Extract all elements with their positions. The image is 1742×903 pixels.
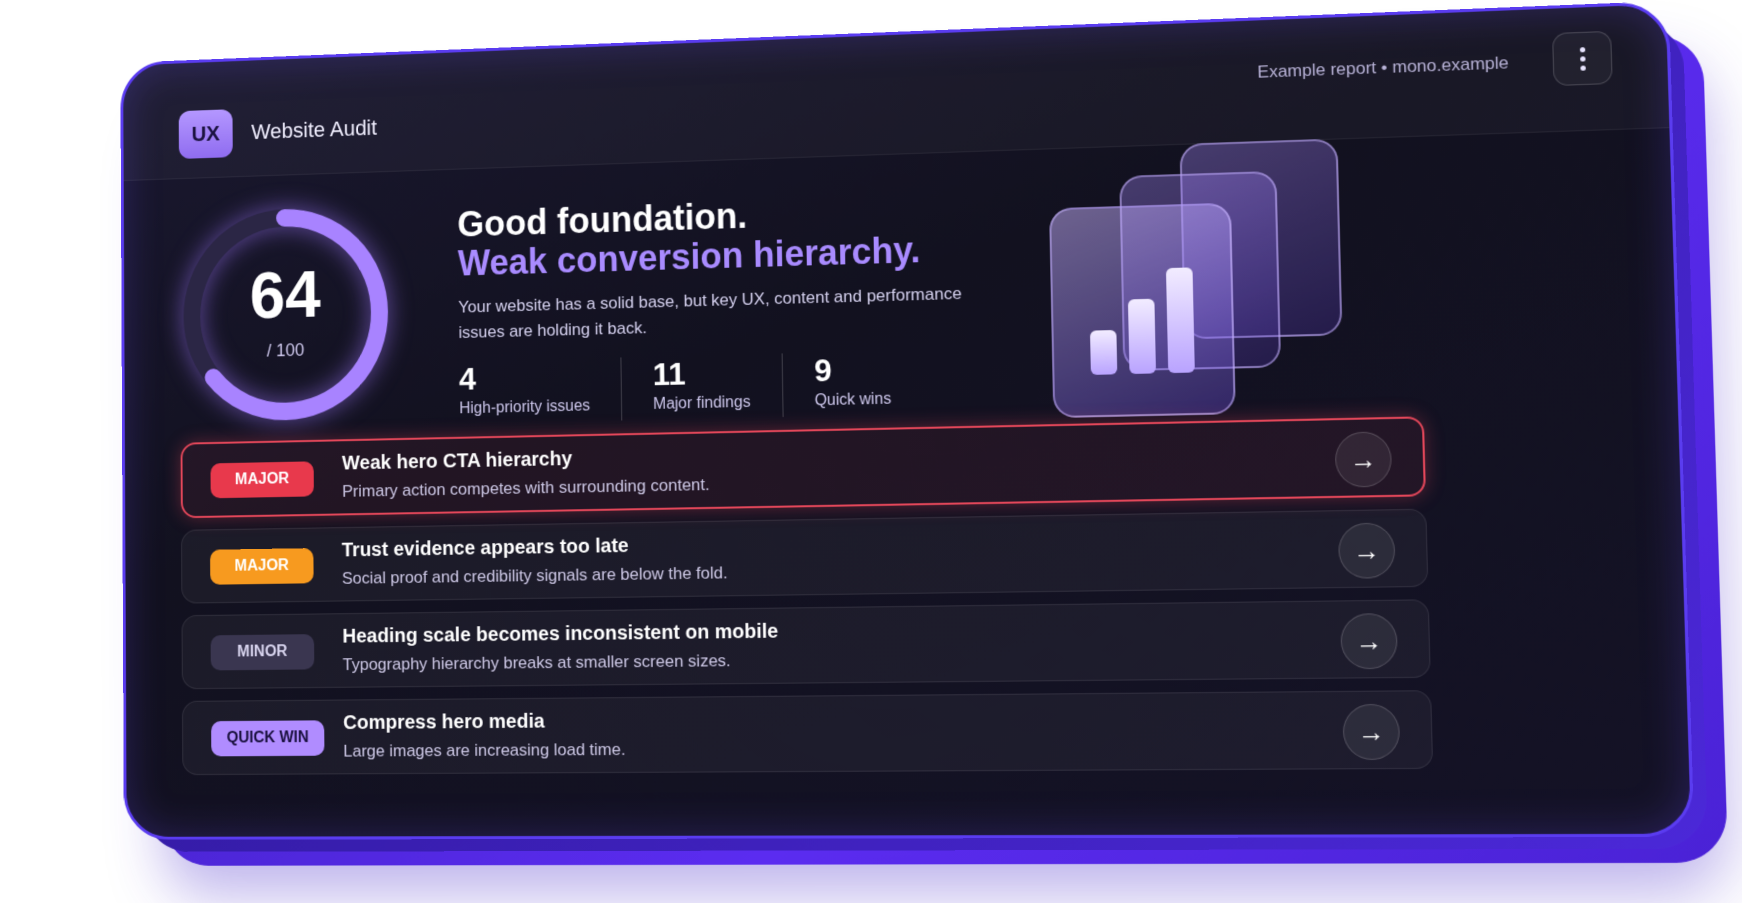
issue-title: Trust evidence appears too late: [341, 535, 629, 562]
open-issue-button[interactable]: →: [1342, 703, 1401, 761]
stat-label: High-priority issues: [459, 397, 591, 418]
severity-badge: MAJOR: [210, 548, 314, 585]
issue-subtitle: Social proof and credibility signals are…: [341, 563, 728, 588]
open-issue-button[interactable]: →: [1337, 522, 1396, 579]
issue-title: Weak hero CTA hierarchy: [341, 448, 573, 475]
issue-subtitle: Large images are increasing load time.: [343, 739, 626, 761]
stat-major-findings: 11 Major findings: [652, 353, 784, 420]
arrow-right-icon: →: [1352, 534, 1381, 566]
more-menu-button[interactable]: [1552, 30, 1613, 87]
stat-value: 4: [458, 361, 477, 397]
illustration-bar: [1127, 298, 1157, 375]
score-gauge: 64 / 100: [177, 200, 394, 428]
app-title: Website Audit: [251, 115, 378, 144]
arrow-right-icon: →: [1349, 443, 1378, 475]
stat-label: Major findings: [653, 393, 751, 413]
issue-row[interactable]: MINOR Heading scale becomes inconsistent…: [181, 599, 1431, 690]
severity-badge: QUICK WIN: [211, 720, 325, 757]
issue-subtitle: Typography hierarchy breaks at smaller s…: [342, 651, 731, 675]
summary-headline: Good foundation. Weak conversion hierarc…: [457, 191, 921, 283]
bar-chart-icon: [1048, 138, 1361, 419]
issues-list: MAJOR Weak hero CTA hierarchy Primary ac…: [180, 416, 1434, 787]
open-issue-button[interactable]: →: [1340, 613, 1398, 670]
audit-card: UX Website Audit Example report • mono.e…: [120, 0, 1695, 840]
issue-subtitle: Primary action competes with surrounding…: [342, 475, 710, 501]
stat-value: 11: [652, 355, 686, 393]
arrow-right-icon: →: [1355, 625, 1383, 657]
illustration-bar: [1089, 329, 1118, 375]
summary-description: Your website has a solid base, but key U…: [458, 283, 962, 342]
stat-label: Quick wins: [814, 390, 892, 410]
score-value: 64: [249, 257, 321, 333]
glass-pane: [1049, 202, 1236, 419]
open-issue-button[interactable]: →: [1334, 431, 1393, 488]
stat-value: 9: [813, 352, 833, 389]
stat-high-priority: 4 High-priority issues: [458, 357, 623, 425]
arrow-right-icon: →: [1357, 715, 1386, 748]
stat-quick-wins: 9 Quick wins: [814, 350, 924, 416]
header-bar: [123, 4, 1670, 182]
stats-row: 4 High-priority issues 11 Major findings…: [458, 349, 956, 425]
issue-title: Compress hero media: [343, 710, 545, 734]
issue-row[interactable]: QUICK WIN Compress hero media Large imag…: [181, 690, 1434, 776]
more-vertical-icon: [1579, 46, 1586, 71]
illustration-bar: [1165, 267, 1195, 374]
issue-title: Heading scale becomes inconsistent on mo…: [342, 620, 779, 648]
issue-row[interactable]: MAJOR Weak hero CTA hierarchy Primary ac…: [180, 416, 1426, 519]
severity-badge: MAJOR: [210, 461, 314, 499]
issue-row[interactable]: MAJOR Trust evidence appears too late So…: [181, 508, 1429, 604]
severity-badge: MINOR: [210, 634, 315, 671]
ux-badge: UX: [178, 109, 233, 160]
